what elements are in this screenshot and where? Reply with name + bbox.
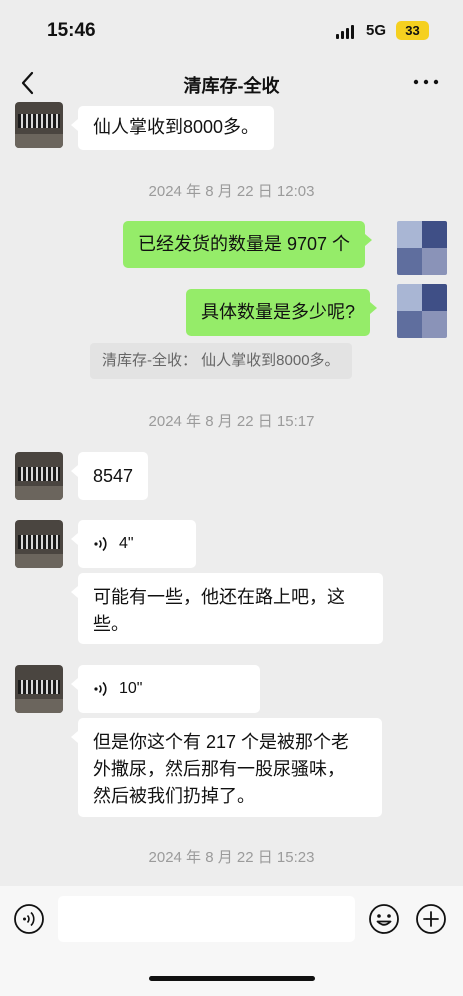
- transcription-line: 些。: [93, 614, 129, 634]
- avatar[interactable]: [397, 221, 447, 275]
- more-icon[interactable]: [410, 72, 442, 92]
- input-bar: [0, 886, 463, 996]
- message-bubble[interactable]: 已经发货的数量是 9707 个: [123, 221, 373, 268]
- voice-transcription[interactable]: 可能有一些，他还在路上吧，这 些。: [71, 573, 383, 644]
- avatar[interactable]: [15, 452, 63, 500]
- quote-text: 清库存-全收： 仙人掌收到8000多。: [102, 352, 340, 369]
- voice-transcription[interactable]: 但是你这个有 217 个是被那个老 外撒尿，然后那有一股尿骚味， 然后被我们扔掉…: [71, 718, 382, 817]
- timestamp: 2024 年 8 月 22 日 15:23: [148, 849, 315, 866]
- timestamp: 2024 年 8 月 22 日 12:03: [148, 183, 315, 200]
- message-bubble[interactable]: 仙人掌收到8000多。: [70, 106, 275, 150]
- plus-icon[interactable]: [415, 903, 447, 935]
- quoted-message[interactable]: 清库存-全收： 仙人掌收到8000多。: [90, 343, 352, 379]
- avatar[interactable]: [15, 665, 63, 713]
- avatar[interactable]: [15, 102, 63, 148]
- emoji-icon[interactable]: [368, 903, 400, 935]
- transcription-line: 然后被我们扔掉了。: [93, 786, 255, 806]
- avatar[interactable]: [15, 520, 63, 568]
- message-text: 已经发货的数量是 9707 个: [138, 234, 351, 254]
- avatar[interactable]: [397, 284, 447, 338]
- voice-duration: 10": [119, 680, 143, 697]
- battery-icon: 33: [396, 21, 429, 40]
- message-input[interactable]: [58, 896, 355, 942]
- message-text: 8547: [93, 466, 134, 486]
- voice-icon: [94, 536, 107, 551]
- timestamp: 2024 年 8 月 22 日 15:17: [148, 413, 315, 430]
- nav-bar: 清库存-全收: [0, 60, 463, 106]
- voice-icon: [94, 681, 107, 696]
- voice-duration: 4": [119, 535, 134, 552]
- message-bubble[interactable]: 具体数量是多少呢?: [186, 289, 378, 336]
- voice-input-icon[interactable]: [13, 903, 45, 935]
- chat-title: 清库存-全收: [183, 76, 280, 96]
- signal-icon: [336, 25, 358, 39]
- status-time: 15:46: [47, 20, 96, 41]
- network-label: 5G: [366, 22, 387, 39]
- voice-message[interactable]: 4": [71, 520, 196, 568]
- transcription-line: 但是你这个有 217 个是被那个老: [93, 732, 350, 752]
- message-text: 具体数量是多少呢?: [201, 302, 356, 322]
- voice-message[interactable]: 10": [71, 665, 260, 713]
- transcription-line: 外撒尿，然后那有一股尿骚味，: [93, 759, 345, 779]
- message-text: 仙人掌收到8000多。: [93, 117, 260, 137]
- status-bar: 15:46 5G 33: [0, 0, 463, 60]
- home-indicator: [149, 976, 315, 981]
- message-bubble[interactable]: 8547: [70, 452, 149, 500]
- transcription-line: 可能有一些，他还在路上吧，这: [93, 587, 345, 607]
